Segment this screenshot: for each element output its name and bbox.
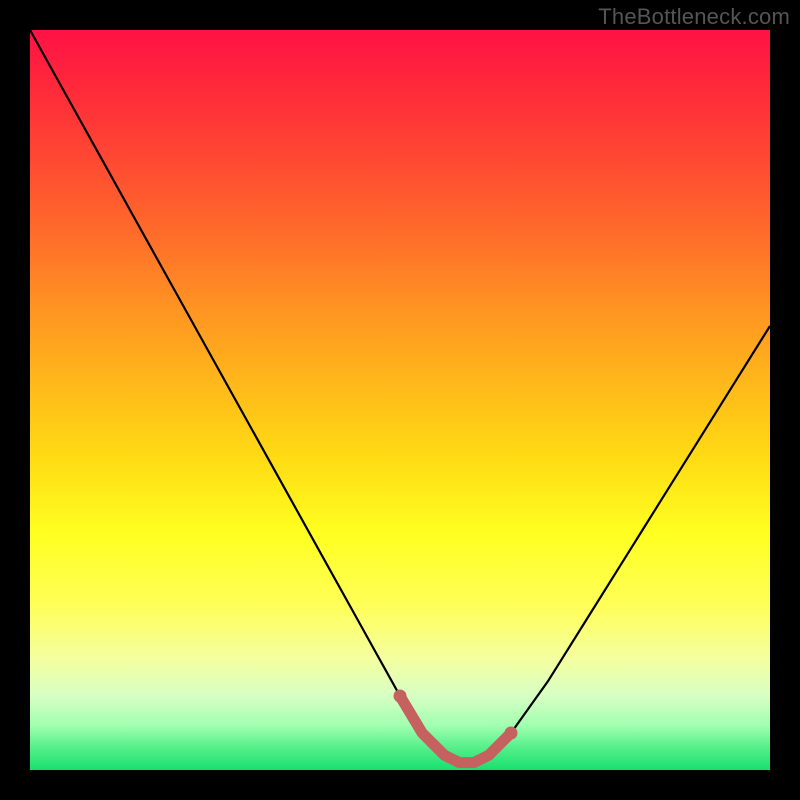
highlight-segment — [400, 696, 511, 763]
chart-lines — [30, 30, 770, 770]
chart-frame: TheBottleneck.com — [0, 0, 800, 800]
bottleneck-curve — [30, 30, 770, 763]
watermark-label: TheBottleneck.com — [598, 4, 790, 30]
highlight-end-dot — [505, 727, 518, 740]
plot-area — [30, 30, 770, 770]
highlight-start-dot — [394, 690, 407, 703]
